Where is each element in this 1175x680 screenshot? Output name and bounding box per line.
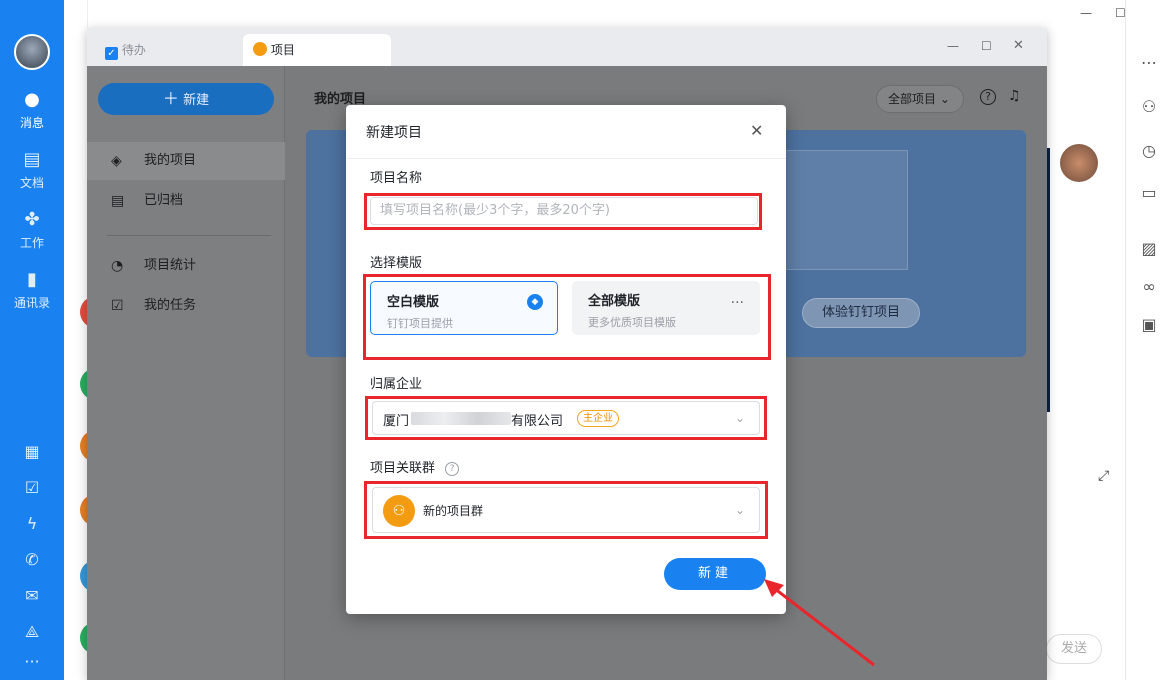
annotation-arrow [760, 575, 880, 670]
group-label-text: 项目关联群 [370, 461, 435, 476]
group-label: 项目关联群 ? [370, 457, 459, 476]
add-member-icon[interactable]: ⚇ [1138, 96, 1160, 118]
divider [346, 158, 786, 159]
link-icon[interactable]: ∞ [1138, 276, 1160, 298]
redacted-text [411, 412, 511, 425]
close-icon[interactable]: ✕ [750, 121, 763, 140]
project-sidebar: ＋ 新建 ◈ 我的项目 ▤ 已归档 ◔ 项目统计 ☑ 我的任务 [87, 66, 285, 680]
archive-icon[interactable]: ▣ [1138, 314, 1160, 336]
todo-icon[interactable]: ☑ [20, 476, 44, 500]
mail-icon[interactable]: ✉ [20, 584, 44, 608]
more-options-icon[interactable]: ⋯ [1138, 52, 1160, 74]
dingtalk-logo-icon: ◆ [527, 294, 543, 310]
calendar-icon[interactable]: ▦ [20, 440, 44, 464]
template-title: 全部模版 [588, 290, 744, 309]
template-title: 空白模版 [387, 291, 541, 310]
filter-label: 全部项目 [888, 92, 936, 106]
company-prefix: 厦门 [383, 410, 409, 429]
company-suffix: 有限公司 [511, 410, 563, 429]
template-subtitle: 钉钉项目提供 [387, 315, 541, 331]
sidebar-item-docs[interactable]: ▤ 文档 [0, 150, 64, 191]
more-icon[interactable]: ··· [731, 295, 744, 311]
sidebar-item-label: 通讯录 [14, 296, 50, 310]
tab-label: 项目 [271, 43, 295, 57]
new-project-dialog: 新建项目 ✕ 项目名称 填写项目名称(最少3个字，最多20个字) 选择模版 空白… [346, 105, 786, 614]
try-project-button[interactable]: 体验钉钉项目 [802, 298, 920, 328]
avatar [1060, 144, 1098, 182]
plus-icon: ＋ [163, 89, 179, 108]
tab-project[interactable]: 项目 [243, 34, 391, 66]
window-maximize-button[interactable]: ☐ [981, 39, 992, 53]
new-project-button[interactable]: ＋ 新建 [98, 83, 274, 115]
group-select[interactable]: ⚇ 新的项目群 ⌄ [372, 487, 760, 533]
more-icon[interactable]: ··· [20, 650, 44, 674]
sidebar-item-my-projects[interactable]: ◈ 我的项目 [87, 142, 285, 180]
chart-icon: ◔ [111, 247, 123, 285]
folder-icon: ▤ [22, 150, 42, 170]
phone-icon[interactable]: ✆ [20, 548, 44, 572]
sidebar-item-contacts[interactable]: ▮ 通讯录 [0, 270, 64, 311]
project-filter-select[interactable]: 全部项目 ⌄ [876, 85, 964, 113]
tab-todo[interactable]: ✓ 待办 [95, 34, 235, 66]
layers-icon: ◈ [111, 142, 122, 180]
create-button[interactable]: 新建 [664, 558, 766, 590]
lightning-icon[interactable]: ϟ [20, 512, 44, 536]
sidebar-item-label: 项目统计 [144, 258, 196, 273]
group-value: 新的项目群 [423, 502, 483, 519]
all-templates-card[interactable]: 全部模版 更多优质项目模版 ··· [572, 281, 760, 335]
illustration [780, 150, 908, 270]
chevron-down-icon: ⌄ [735, 503, 745, 517]
sidebar-item-stats[interactable]: ◔ 项目统计 [87, 247, 285, 285]
project-name-input[interactable]: 填写项目名称(最少3个字，最多20个字) [370, 197, 758, 225]
sidebar-item-label: 工作 [20, 236, 44, 250]
blank-template-card[interactable]: 空白模版 钉钉项目提供 ◆ [370, 281, 558, 335]
bell-icon[interactable]: ♫ [1008, 88, 1021, 104]
sidebar-item-my-tasks[interactable]: ☑ 我的任务 [87, 287, 285, 325]
sidebar-item-label: 我的任务 [144, 298, 196, 313]
avatar[interactable] [14, 34, 50, 70]
company-label: 归属企业 [370, 373, 422, 392]
sidebar-item-messages[interactable]: ● 消息 [0, 90, 64, 131]
expand-icon[interactable]: ⤢ [1098, 468, 1109, 484]
sidebar-item-label: 文档 [20, 176, 44, 190]
group-icon: ⚇ [383, 495, 415, 527]
contacts-icon: ▮ [22, 270, 42, 290]
tab-bar: ✓ 待办 项目 — ☐ ✕ [87, 28, 1047, 66]
minimize-button[interactable]: — [1080, 6, 1092, 20]
help-icon[interactable]: ? [445, 462, 459, 476]
checkbox-icon: ✓ [105, 47, 118, 60]
template-label: 选择模版 [370, 252, 422, 271]
tab-label: 待办 [122, 43, 146, 57]
button-label: 新建 [183, 93, 209, 108]
org-icon[interactable]: ⟁ [20, 620, 44, 644]
divider [107, 235, 271, 236]
project-icon [253, 42, 267, 56]
window-minimize-button[interactable]: — [947, 39, 959, 53]
image-icon[interactable]: ▨ [1138, 238, 1160, 260]
chevron-down-icon: ⌄ [735, 411, 745, 425]
chat-bubble-icon: ● [22, 90, 42, 110]
chevron-down-icon: ⌄ [940, 92, 950, 106]
sidebar-item-archived[interactable]: ▤ 已归档 [87, 182, 285, 220]
template-subtitle: 更多优质项目模版 [588, 314, 744, 330]
send-button[interactable]: 发送 [1046, 634, 1102, 664]
arrow-shaft [770, 585, 874, 665]
app-sidebar: ● 消息 ▤ 文档 ✤ 工作 ▮ 通讯录 ▦ ☑ ϟ ✆ ✉ ⟁ ··· [0, 0, 64, 680]
grid-icon: ✤ [22, 210, 42, 230]
history-icon[interactable]: ◷ [1138, 140, 1160, 162]
folder-icon[interactable]: ▭ [1138, 182, 1160, 204]
sidebar-item-label: 已归档 [144, 193, 183, 208]
window-close-button[interactable]: ✕ [1013, 38, 1024, 53]
sidebar-item-work[interactable]: ✤ 工作 [0, 210, 64, 251]
help-icon[interactable]: ? [980, 89, 996, 105]
sidebar-item-label: 消息 [20, 116, 44, 130]
company-select[interactable]: 厦门 有限公司 主企业 ⌄ [372, 401, 760, 435]
dialog-title: 新建项目 [366, 122, 422, 142]
task-icon: ☑ [111, 287, 124, 325]
name-label: 项目名称 [370, 167, 422, 186]
archive-icon: ▤ [111, 182, 124, 220]
sidebar-item-label: 我的项目 [144, 153, 196, 168]
main-company-badge: 主企业 [577, 410, 619, 427]
